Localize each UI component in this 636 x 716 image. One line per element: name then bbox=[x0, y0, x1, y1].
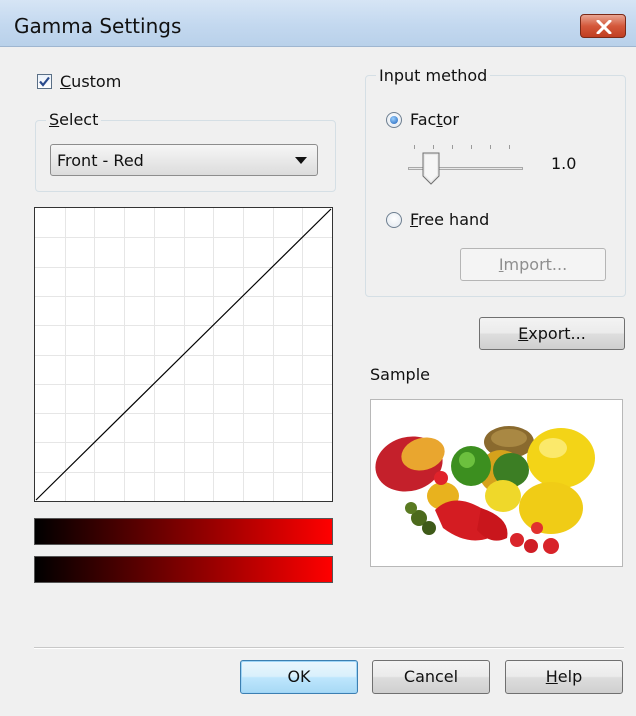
radio-selected-dot bbox=[390, 116, 398, 124]
factor-radio[interactable] bbox=[386, 112, 402, 128]
free-hand-radio[interactable] bbox=[386, 212, 402, 228]
channel-select[interactable]: Front - Red bbox=[50, 144, 318, 176]
gamma-curve-canvas bbox=[35, 208, 332, 501]
custom-checkbox[interactable] bbox=[37, 74, 52, 89]
chevron-down-icon bbox=[295, 157, 307, 164]
select-group-title: Select bbox=[46, 110, 102, 129]
free-hand-label[interactable]: Free hand bbox=[410, 210, 489, 229]
factor-label[interactable]: Factor bbox=[410, 110, 459, 129]
close-button[interactable] bbox=[580, 14, 626, 38]
channel-select-value: Front - Red bbox=[57, 151, 144, 170]
slider-tick bbox=[509, 145, 510, 149]
fruit-sample-picture bbox=[371, 400, 622, 566]
gamma-curve-line bbox=[35, 208, 332, 501]
slider-tick bbox=[414, 145, 415, 149]
sample-label: Sample bbox=[370, 365, 430, 384]
slider-tick bbox=[471, 145, 472, 149]
factor-slider-thumb[interactable] bbox=[422, 152, 440, 185]
factor-value: 1.0 bbox=[551, 154, 577, 173]
gamma-curve-graph[interactable] bbox=[34, 207, 333, 502]
checkmark-icon bbox=[39, 76, 50, 87]
cancel-button[interactable]: Cancel bbox=[372, 660, 490, 694]
import-button[interactable]: Import... bbox=[460, 248, 606, 281]
slider-tick bbox=[452, 145, 453, 149]
slider-tick bbox=[490, 145, 491, 149]
title-bar: Gamma Settings bbox=[0, 0, 636, 47]
slider-tick bbox=[433, 145, 434, 149]
sample-image bbox=[370, 399, 623, 567]
input-gradient-bar bbox=[34, 556, 333, 583]
footer-separator bbox=[34, 647, 624, 649]
custom-label[interactable]: Custom bbox=[60, 72, 121, 91]
help-button[interactable]: Help bbox=[505, 660, 623, 694]
input-method-title: Input method bbox=[376, 66, 491, 85]
export-button[interactable]: Export... bbox=[479, 317, 625, 350]
output-gradient-bar bbox=[34, 518, 333, 545]
window-title: Gamma Settings bbox=[14, 14, 182, 38]
close-icon bbox=[596, 20, 612, 34]
ok-button[interactable]: OK bbox=[240, 660, 358, 694]
gamma-settings-dialog: Gamma Settings Custom Select Front - Red… bbox=[0, 0, 636, 716]
